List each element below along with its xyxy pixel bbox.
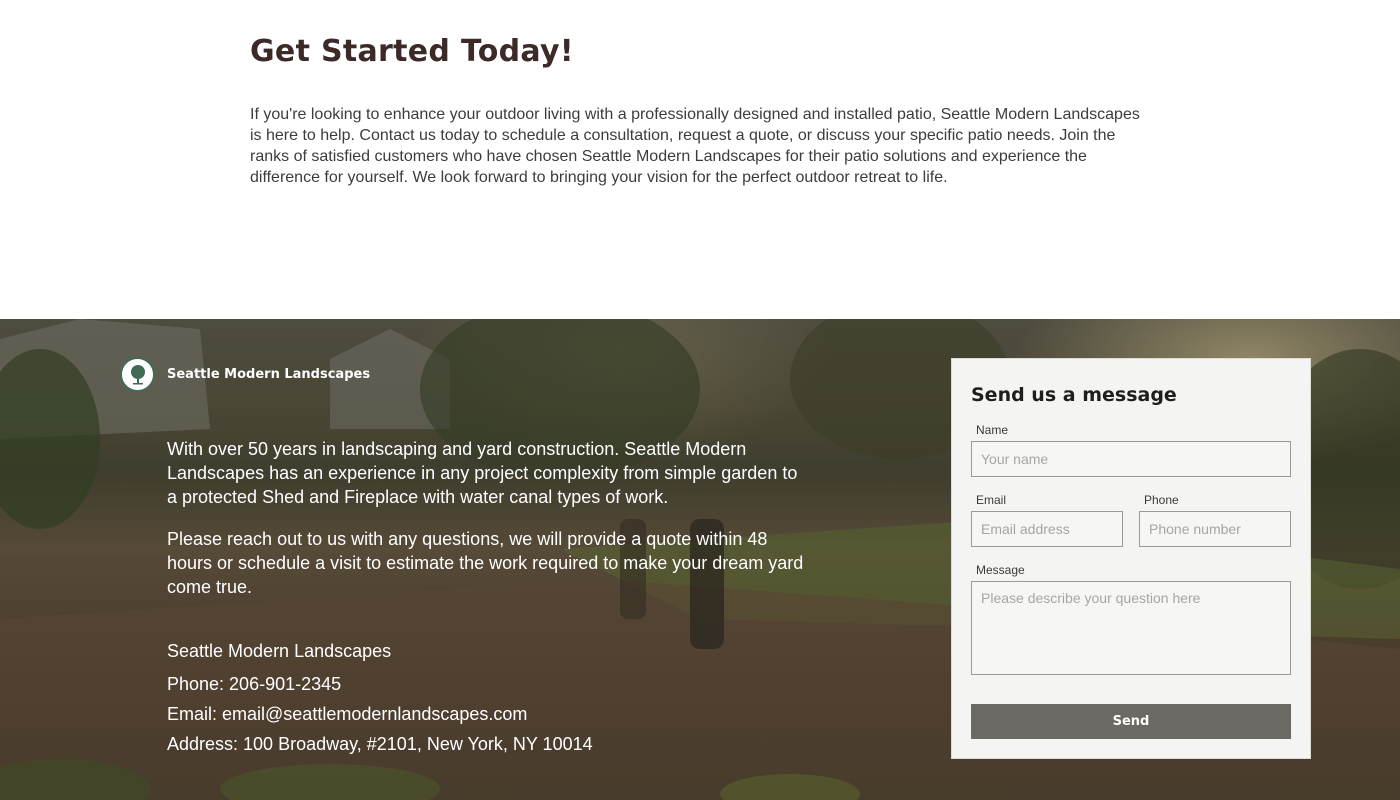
about-paragraph: Please reach out to us with any question…: [167, 529, 804, 597]
name-input[interactable]: [971, 441, 1291, 477]
email-label: Email: [976, 493, 1007, 507]
phone-input[interactable]: [1139, 511, 1291, 547]
section-body: If you're looking to enhance your outdoo…: [250, 106, 1140, 186]
phone-label: Phone: [1144, 493, 1179, 507]
contact-info: Seattle Modern Landscapes Phone: 206-901…: [167, 636, 593, 759]
contact-email: Email: email@seattlemodernlandscapes.com: [167, 704, 528, 724]
contact-address: Address: 100 Broadway, #2101, New York, …: [167, 734, 593, 754]
contact-phone: Phone: 206-901-2345: [167, 674, 342, 694]
email-phone-row: Email Phone: [971, 493, 1291, 547]
message-input[interactable]: [971, 581, 1291, 675]
form-title: Send us a message: [971, 384, 1177, 406]
phone-group: Phone: [1139, 493, 1291, 547]
about-paragraph: With over 50 years in landscaping and ya…: [167, 439, 798, 507]
contact-company: Seattle Modern Landscapes: [167, 641, 392, 661]
send-button[interactable]: Send: [971, 704, 1291, 739]
contact-form: Send us a message Name Email Phone Messa…: [951, 358, 1311, 759]
email-group: Email: [971, 493, 1123, 547]
about-text: With over 50 years in landscaping and ya…: [167, 437, 807, 599]
message-group: Message: [971, 563, 1291, 680]
get-started-section: Get Started Today! If you're looking to …: [250, 30, 1150, 188]
email-input[interactable]: [971, 511, 1123, 547]
footer: Seattle Modern Landscapes With over 50 y…: [0, 319, 1400, 800]
footer-brand[interactable]: Seattle Modern Landscapes: [120, 357, 370, 392]
brand-name: Seattle Modern Landscapes: [167, 367, 371, 382]
tree-icon: [120, 357, 155, 392]
message-label: Message: [976, 563, 1025, 577]
name-group: Name: [971, 423, 1291, 477]
name-label: Name: [976, 423, 1009, 437]
section-title: Get Started Today!: [250, 34, 574, 69]
